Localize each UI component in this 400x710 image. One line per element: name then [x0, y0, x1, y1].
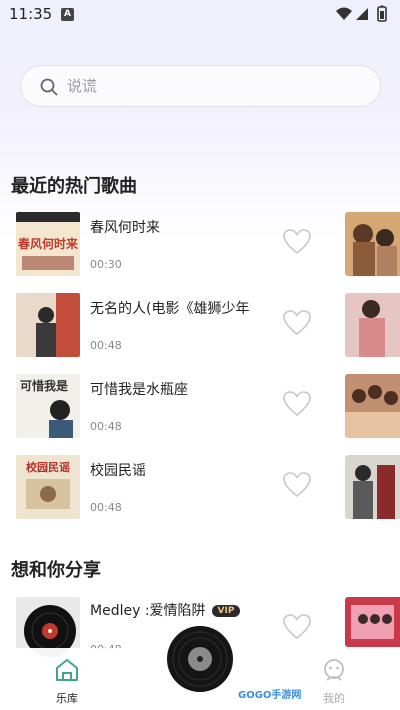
song-cover: 可惜我是	[16, 374, 80, 438]
song-title: 无名的人(电影《雄狮少年	[90, 301, 250, 317]
tab-mine[interactable]: 我的	[314, 658, 354, 706]
song-row[interactable]: 校园民谣 校园民谣 00:48	[0, 455, 340, 521]
side-card-image[interactable]	[345, 597, 400, 647]
wifi-icon	[336, 7, 352, 20]
search-bar[interactable]: 说谎	[20, 65, 381, 107]
status-bar: 11:35 A	[0, 0, 400, 28]
song-title-text: Medley :爱情陷阱	[90, 603, 206, 619]
cover-text: 春风何时来	[17, 236, 79, 251]
section-title-recent-hot: 最近的热门歌曲	[11, 176, 137, 197]
heart-icon[interactable]	[283, 229, 311, 255]
app-notification-icon: A	[61, 8, 74, 21]
vinyl-player-button[interactable]	[166, 625, 234, 693]
song-duration: 00:48	[90, 501, 122, 514]
song-title: Medley :爱情陷阱 VIP	[90, 600, 241, 620]
side-card-image[interactable]	[345, 455, 400, 519]
song-cover	[16, 293, 80, 357]
song-duration: 00:30	[90, 258, 122, 271]
cover-text: 校园民谣	[26, 460, 70, 474]
tab-library[interactable]: 乐库	[47, 658, 87, 706]
heart-icon[interactable]	[283, 310, 311, 336]
search-input[interactable]: 说谎	[67, 66, 97, 106]
tab-library-label: 乐库	[56, 692, 78, 705]
profile-icon	[324, 659, 344, 681]
song-title: 可惜我是水瓶座	[90, 382, 188, 398]
song-title: 校园民谣	[90, 463, 146, 479]
heart-icon[interactable]	[283, 472, 311, 498]
heart-icon[interactable]	[283, 614, 311, 640]
status-time: 11:35	[9, 5, 53, 23]
side-card-image[interactable]	[345, 293, 400, 357]
cover-text: 可惜我是	[20, 378, 69, 393]
section-title-share: 想和你分享	[11, 560, 101, 581]
song-cover: 春风何时来	[16, 212, 80, 276]
heart-icon[interactable]	[283, 391, 311, 417]
song-duration: 00:48	[90, 420, 122, 433]
song-duration: 00:48	[90, 339, 122, 352]
side-card-image[interactable]	[345, 374, 400, 438]
home-icon	[56, 659, 78, 681]
song-row[interactable]: 可惜我是 可惜我是水瓶座 00:48	[0, 374, 340, 440]
tab-mine-label: 我的	[323, 692, 345, 705]
song-title: 春风何时来	[90, 220, 160, 236]
signal-icon	[356, 8, 368, 20]
song-row[interactable]: 春风何时来 春风何时来 00:30	[0, 212, 340, 278]
song-row[interactable]: 无名的人(电影《雄狮少年 00:48	[0, 293, 340, 359]
vip-badge: VIP	[211, 605, 241, 617]
status-icons	[336, 5, 387, 22]
search-icon	[40, 78, 58, 96]
song-cover: 校园民谣	[16, 455, 80, 519]
side-card-image[interactable]	[345, 212, 400, 276]
watermark-logo: GOGO手游网	[238, 690, 302, 701]
